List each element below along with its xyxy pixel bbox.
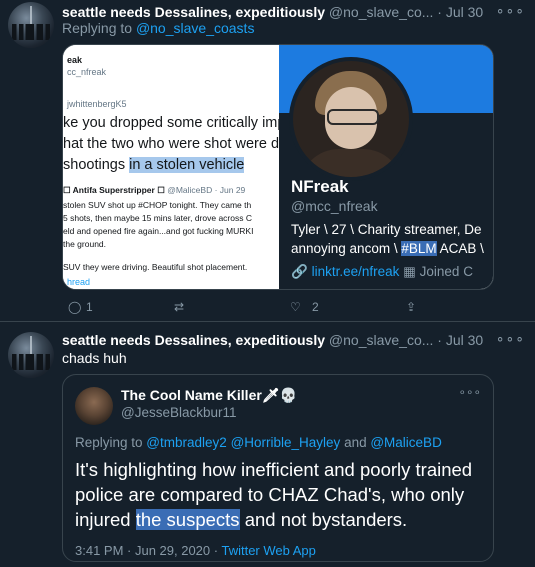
author-handle[interactable]: @no_slave_co... <box>329 4 434 20</box>
retweet-icon[interactable]: ⇄ <box>174 300 184 314</box>
reply-count: 1 <box>86 300 93 314</box>
quoted-more-icon[interactable]: ∘∘∘ <box>458 385 481 399</box>
quoted-tweet-meta: 3:41 PM · Jun 29, 2020 · Twitter Web App <box>75 543 316 558</box>
profile-joined: Joined C <box>419 264 473 279</box>
author-avatar[interactable] <box>8 2 54 48</box>
tweet-actions: ◯ 1 ⇄ ♡ 2 ⇪ <box>62 300 422 318</box>
attached-images[interactable]: eak cc_nfreak jwhittenbergK5 ke you drop… <box>62 44 494 290</box>
profile-name: NFreak <box>291 177 349 196</box>
replying-to-link[interactable]: @no_slave_coasts <box>136 20 255 36</box>
profile-meta: 🔗 linktr.ee/nfreak ▦ Joined C <box>291 264 473 280</box>
share-icon[interactable]: ⇪ <box>406 300 416 314</box>
quoted-tweet[interactable]: The Cool Name Killer🗡💀 @JesseBlackbur11 … <box>62 374 494 562</box>
like-icon[interactable]: ♡ <box>290 300 301 314</box>
like-count: 2 <box>312 300 319 314</box>
reply-mention-1[interactable]: @tmbradley2 <box>146 435 227 450</box>
profile-bio: Tyler \ 27 \ Charity streamer, De annoyi… <box>291 222 484 256</box>
more-options-icon[interactable]: ∘∘∘ <box>496 332 525 347</box>
profile-link: linktr.ee/nfreak <box>311 264 400 279</box>
reply-icon[interactable]: ◯ <box>68 300 81 314</box>
calendar-icon: ▦ <box>403 264 420 279</box>
author-avatar[interactable] <box>8 332 54 378</box>
tweet-date[interactable]: Jul 30 <box>446 4 483 20</box>
author-name[interactable]: seattle needs Dessalines, expeditiously <box>62 332 325 348</box>
profile-image[interactable]: NFreak @mcc_nfreak Tyler \ 27 \ Charity … <box>279 45 493 289</box>
tweet-1[interactable]: seattle needs Dessalines, expeditiously … <box>0 0 535 320</box>
tweet-text: chads huh <box>62 350 127 366</box>
tweet-date[interactable]: Jul 30 <box>446 332 483 348</box>
quoted-author-avatar <box>75 387 113 425</box>
quoted-tweet-text: It's highlighting how inefficient and po… <box>75 459 473 530</box>
quoted-author-handle: @JesseBlackbur11 <box>121 405 237 420</box>
tweet-header: seattle needs Dessalines, expeditiously … <box>62 332 525 348</box>
author-name[interactable]: seattle needs Dessalines, expeditiously <box>62 4 325 20</box>
reply-mention-2[interactable]: @Horrible_Hayley <box>231 435 341 450</box>
replying-to: Replying to @no_slave_coasts <box>62 20 255 36</box>
screenshot-image[interactable]: eak cc_nfreak jwhittenbergK5 ke you drop… <box>63 45 293 289</box>
reply-mention-3[interactable]: @MaliceBD <box>370 435 441 450</box>
link-icon: 🔗 <box>291 264 308 279</box>
quoted-tweet-time[interactable]: 3:41 PM · Jun 29, 2020 · <box>75 543 221 558</box>
profile-handle: @mcc_nfreak <box>291 198 378 214</box>
quoted-tweet-source[interactable]: Twitter Web App <box>221 543 315 558</box>
quoted-replying-to: Replying to @tmbradley2 @Horrible_Hayley… <box>75 435 442 450</box>
profile-avatar <box>289 57 413 181</box>
more-options-icon[interactable]: ∘∘∘ <box>496 4 525 19</box>
quoted-author-name: The Cool Name Killer🗡💀 <box>121 387 298 403</box>
author-handle[interactable]: @no_slave_co... <box>329 332 434 348</box>
